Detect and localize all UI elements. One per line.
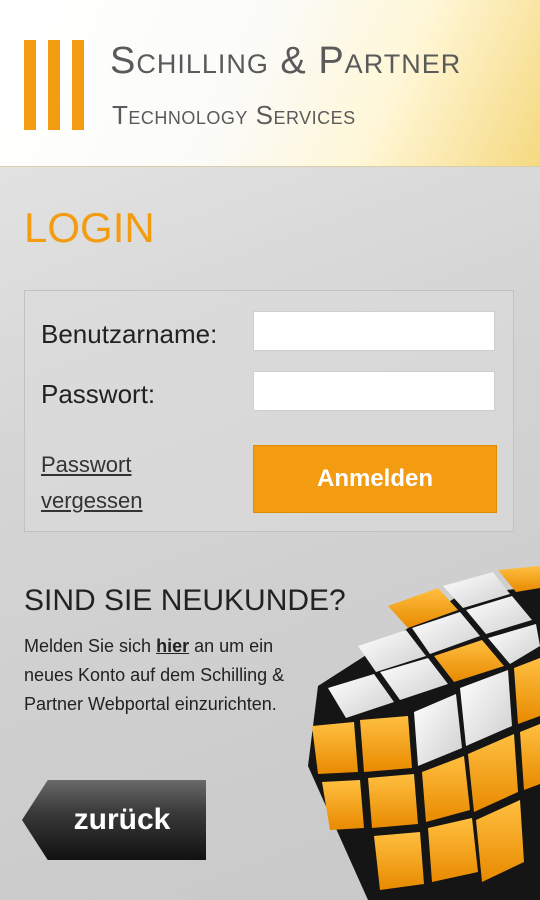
- login-panel: Benutzarname: Passwort: Passwort vergess…: [24, 290, 514, 532]
- new-customer-text: Melden Sie sich hier an um ein neues Kon…: [24, 632, 314, 719]
- password-label: Passwort:: [41, 379, 156, 409]
- logo-bars-icon: [24, 40, 88, 130]
- login-button[interactable]: Anmelden: [253, 445, 497, 513]
- back-button[interactable]: zurück: [22, 780, 206, 860]
- forgot-password-link[interactable]: Passwort vergessen: [41, 447, 191, 519]
- forgot-password-line2: vergessen: [41, 488, 143, 513]
- company-tagline: Technology Services: [112, 100, 356, 130]
- username-input[interactable]: [253, 311, 495, 351]
- register-here-link[interactable]: hier: [156, 636, 189, 656]
- company-name: Schilling & Partner: [110, 40, 462, 82]
- username-label: Benutzarname:: [41, 319, 218, 349]
- password-input[interactable]: [253, 371, 495, 411]
- header: Schilling & Partner Technology Services: [0, 0, 540, 167]
- new-customer-text-before: Melden Sie sich: [24, 636, 157, 656]
- forgot-password-line1: Passwort: [41, 452, 132, 477]
- login-title: LOGIN: [24, 204, 155, 251]
- rubiks-cube-icon: [308, 566, 540, 900]
